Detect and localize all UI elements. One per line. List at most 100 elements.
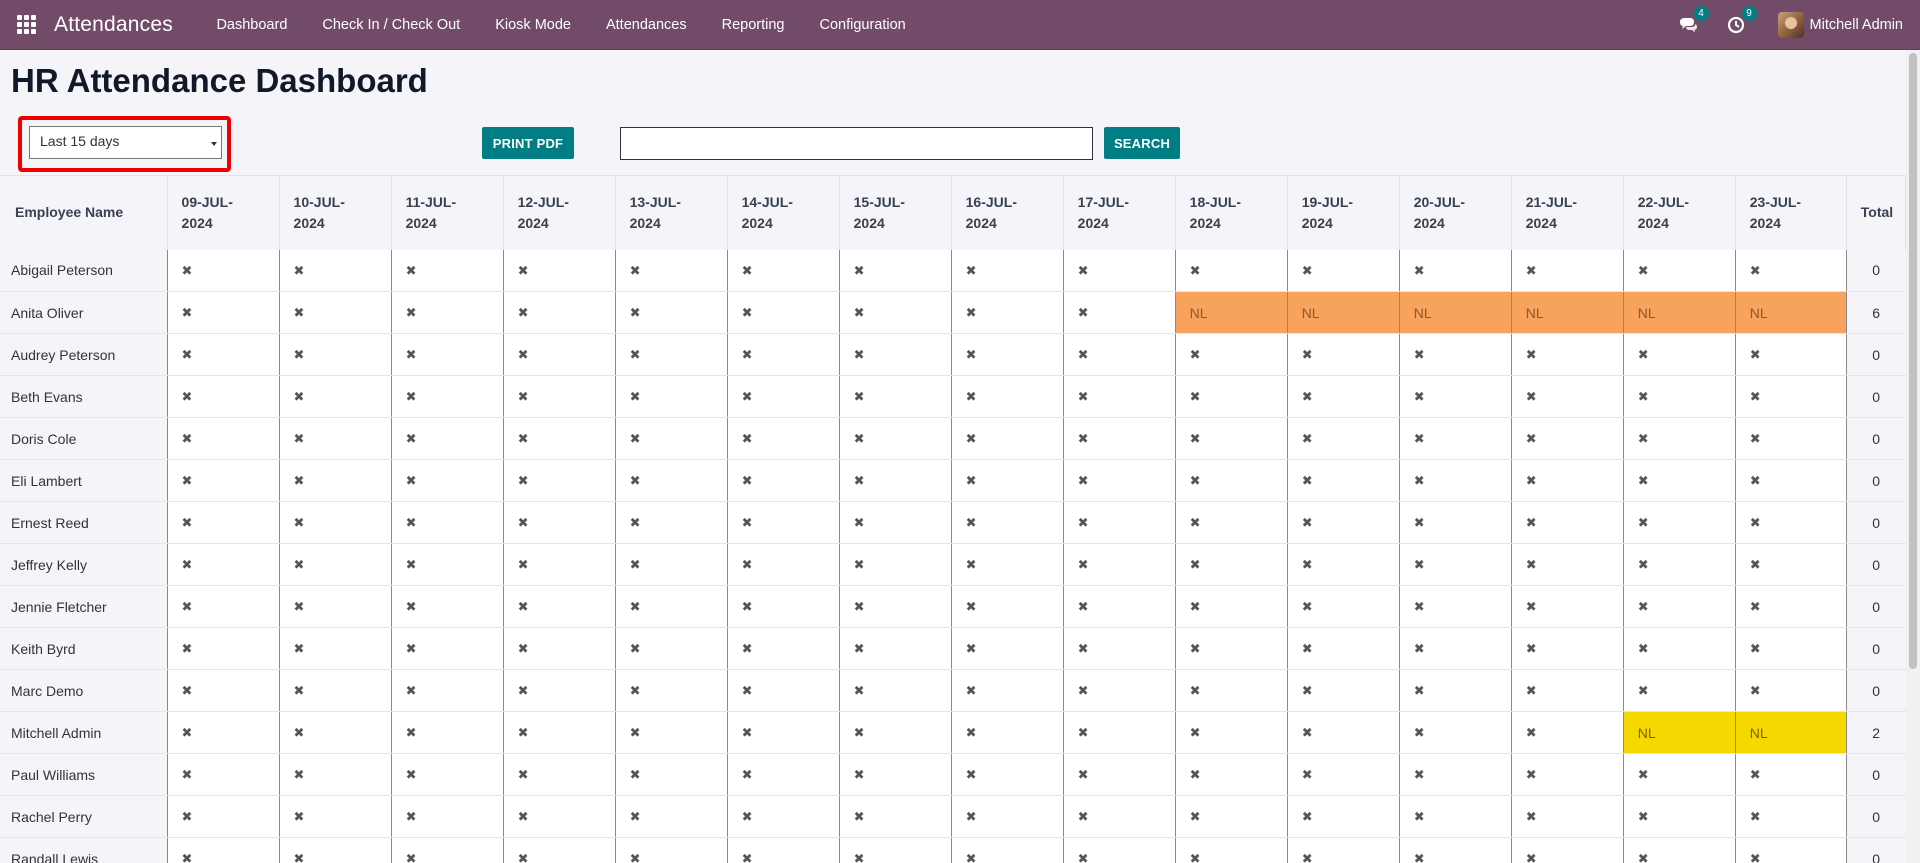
- cross-icon: ✖: [293, 641, 305, 656]
- cross-icon: ✖: [405, 431, 417, 446]
- cross-icon: ✖: [1413, 851, 1425, 863]
- cross-icon: ✖: [965, 305, 977, 320]
- cross-icon: ✖: [1189, 262, 1201, 278]
- scrollbar-thumb[interactable]: [1909, 53, 1917, 669]
- absent-cell: ✖: [615, 291, 728, 334]
- messages-badge: 4: [1693, 5, 1709, 21]
- cross-icon: ✖: [965, 557, 977, 572]
- cross-icon: ✖: [965, 515, 977, 530]
- absent-cell: ✖: [727, 501, 840, 544]
- apps-grid-icon[interactable]: [17, 14, 37, 35]
- employee-name: Randall Lewis: [0, 837, 168, 863]
- absent-cell: ✖: [1735, 543, 1847, 586]
- table-row: Rachel Perry ✖ ✖ ✖ ✖ ✖ ✖ ✖ ✖ ✖ ✖ ✖ ✖ ✖ ✖ ✖ 0: [0, 795, 1906, 838]
- menu-check-in-check-out[interactable]: Check In / Check Out: [305, 17, 478, 33]
- absent-cell: ✖: [391, 375, 504, 418]
- menu-kiosk-mode[interactable]: Kiosk Mode: [478, 17, 589, 33]
- absent-cell: ✖: [503, 837, 616, 863]
- column-header-date: 22-JUL- 2024: [1622, 175, 1736, 250]
- absent-cell: ✖: [1399, 795, 1512, 838]
- cross-icon: ✖: [965, 851, 977, 863]
- period-select[interactable]: Last 15 days: [29, 126, 222, 159]
- employee-name: Doris Cole: [0, 417, 168, 460]
- cross-icon: ✖: [517, 809, 529, 824]
- cross-icon: ✖: [629, 347, 641, 362]
- cross-icon: ✖: [965, 262, 977, 278]
- absent-cell: ✖: [1399, 417, 1512, 460]
- app-brand[interactable]: Attendances: [54, 13, 173, 37]
- menu-attendances[interactable]: Attendances: [588, 17, 704, 33]
- attendance-table-container[interactable]: Employee Name 09-JUL- 2024 10-JUL- 2024 11-J…: [0, 175, 1906, 863]
- cross-icon: ✖: [1189, 515, 1201, 530]
- row-total: 0: [1846, 375, 1906, 418]
- row-total: 6: [1846, 291, 1906, 334]
- absent-cell: ✖: [1735, 375, 1847, 418]
- absent-cell: ✖: [167, 375, 280, 418]
- cross-icon: ✖: [629, 725, 641, 740]
- cross-icon: ✖: [1189, 641, 1201, 656]
- print-pdf-button[interactable]: PRINT PDF: [482, 127, 574, 159]
- cross-icon: ✖: [629, 305, 641, 320]
- absent-cell: ✖: [727, 417, 840, 460]
- absent-cell: ✖: [1623, 837, 1736, 863]
- cross-icon: ✖: [1413, 557, 1425, 572]
- date-label-line1: 18-JUL-: [1189, 193, 1242, 210]
- table-row: Abigail Peterson ✖ ✖ ✖ ✖ ✖ ✖ ✖ ✖ ✖ ✖ ✖ ✖ ✖ ✖ ✖ 0: [0, 249, 1906, 292]
- cross-icon: ✖: [853, 431, 865, 446]
- cross-icon: ✖: [1189, 767, 1201, 782]
- cross-icon: ✖: [1525, 431, 1537, 446]
- absent-cell: ✖: [1287, 417, 1400, 460]
- cross-icon: ✖: [965, 473, 977, 488]
- absent-cell: ✖: [1511, 753, 1624, 796]
- search-button[interactable]: SEARCH: [1104, 127, 1180, 159]
- absent-cell: ✖: [951, 795, 1064, 838]
- absent-cell: ✖: [951, 291, 1064, 334]
- table-row: Paul Williams ✖ ✖ ✖ ✖ ✖ ✖ ✖ ✖ ✖ ✖ ✖ ✖ ✖ ✖ ✖ 0: [0, 753, 1906, 796]
- row-total: 0: [1846, 333, 1906, 376]
- absent-cell: ✖: [167, 753, 280, 796]
- cross-icon: ✖: [629, 641, 641, 656]
- menu-configuration[interactable]: Configuration: [802, 17, 923, 33]
- cross-icon: ✖: [517, 347, 529, 362]
- absent-cell: ✖: [1511, 711, 1624, 754]
- absent-cell: ✖: [503, 585, 616, 628]
- cross-icon: ✖: [405, 809, 417, 824]
- absent-cell: ✖: [1511, 669, 1624, 712]
- employee-name: Jennie Fletcher: [0, 585, 168, 628]
- absent-cell: ✖: [1399, 837, 1512, 863]
- row-total: 0: [1846, 753, 1906, 796]
- absent-cell: ✖: [1623, 249, 1736, 292]
- cross-icon: ✖: [853, 389, 865, 404]
- absent-cell: ✖: [1623, 753, 1736, 796]
- absent-cell: ✖: [1511, 627, 1624, 670]
- cross-icon: ✖: [965, 683, 977, 698]
- absent-cell: ✖: [1287, 669, 1400, 712]
- cross-icon: ✖: [1413, 683, 1425, 698]
- cross-icon: ✖: [1749, 389, 1761, 404]
- menu-reporting[interactable]: Reporting: [704, 17, 802, 33]
- date-label-line1: 22-JUL-: [1637, 193, 1690, 210]
- search-input[interactable]: [620, 127, 1093, 160]
- table-row: Jennie Fletcher ✖ ✖ ✖ ✖ ✖ ✖ ✖ ✖ ✖ ✖ ✖ ✖ ✖ ✖ ✖ 0: [0, 585, 1906, 628]
- absent-cell: ✖: [1287, 753, 1400, 796]
- messages-button[interactable]: 4: [1677, 5, 1709, 36]
- page-scrollbar[interactable]: [1906, 50, 1920, 863]
- cross-icon: ✖: [1749, 851, 1761, 863]
- activities-button[interactable]: 9: [1725, 5, 1757, 36]
- absent-cell: ✖: [1623, 585, 1736, 628]
- absent-cell: ✖: [1175, 543, 1288, 586]
- absent-cell: ✖: [1735, 417, 1847, 460]
- cross-icon: ✖: [629, 851, 641, 863]
- menu-dashboard[interactable]: Dashboard: [199, 17, 305, 33]
- cross-icon: ✖: [629, 473, 641, 488]
- absent-cell: ✖: [503, 417, 616, 460]
- column-header-date: 21-JUL- 2024: [1510, 175, 1624, 250]
- cross-icon: ✖: [405, 473, 417, 488]
- user-menu[interactable]: Mitchell Admin: [1777, 11, 1903, 38]
- absent-cell: ✖: [727, 753, 840, 796]
- employee-name: Ernest Reed: [0, 501, 168, 544]
- cross-icon: ✖: [1189, 431, 1201, 446]
- caret-down-icon: [211, 142, 217, 146]
- leave-cell: NL: [1623, 711, 1736, 754]
- date-label-line2: 2024: [741, 214, 773, 231]
